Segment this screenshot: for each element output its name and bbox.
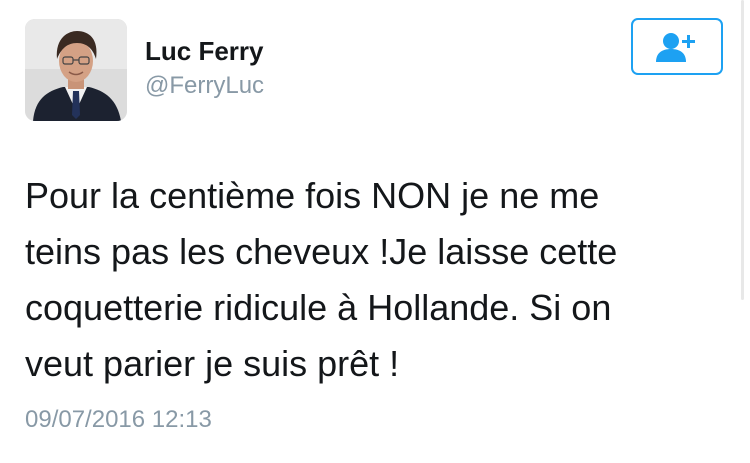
add-user-icon [656, 32, 695, 62]
author-handle[interactable]: @FerryLuc [145, 72, 264, 100]
scrollbar[interactable] [741, 0, 744, 300]
follow-button[interactable] [631, 18, 723, 75]
avatar[interactable] [25, 19, 127, 121]
author-display-name[interactable]: Luc Ferry [145, 36, 264, 66]
tweet-timestamp[interactable]: 09/07/2016 12:13 [25, 405, 212, 435]
tweet-text: Pour la centième fois NON je ne me teins… [25, 175, 618, 384]
profile-photo-icon [25, 19, 127, 121]
tweet-card: Luc Ferry @FerryLuc Pour la centième foi… [0, 0, 750, 463]
